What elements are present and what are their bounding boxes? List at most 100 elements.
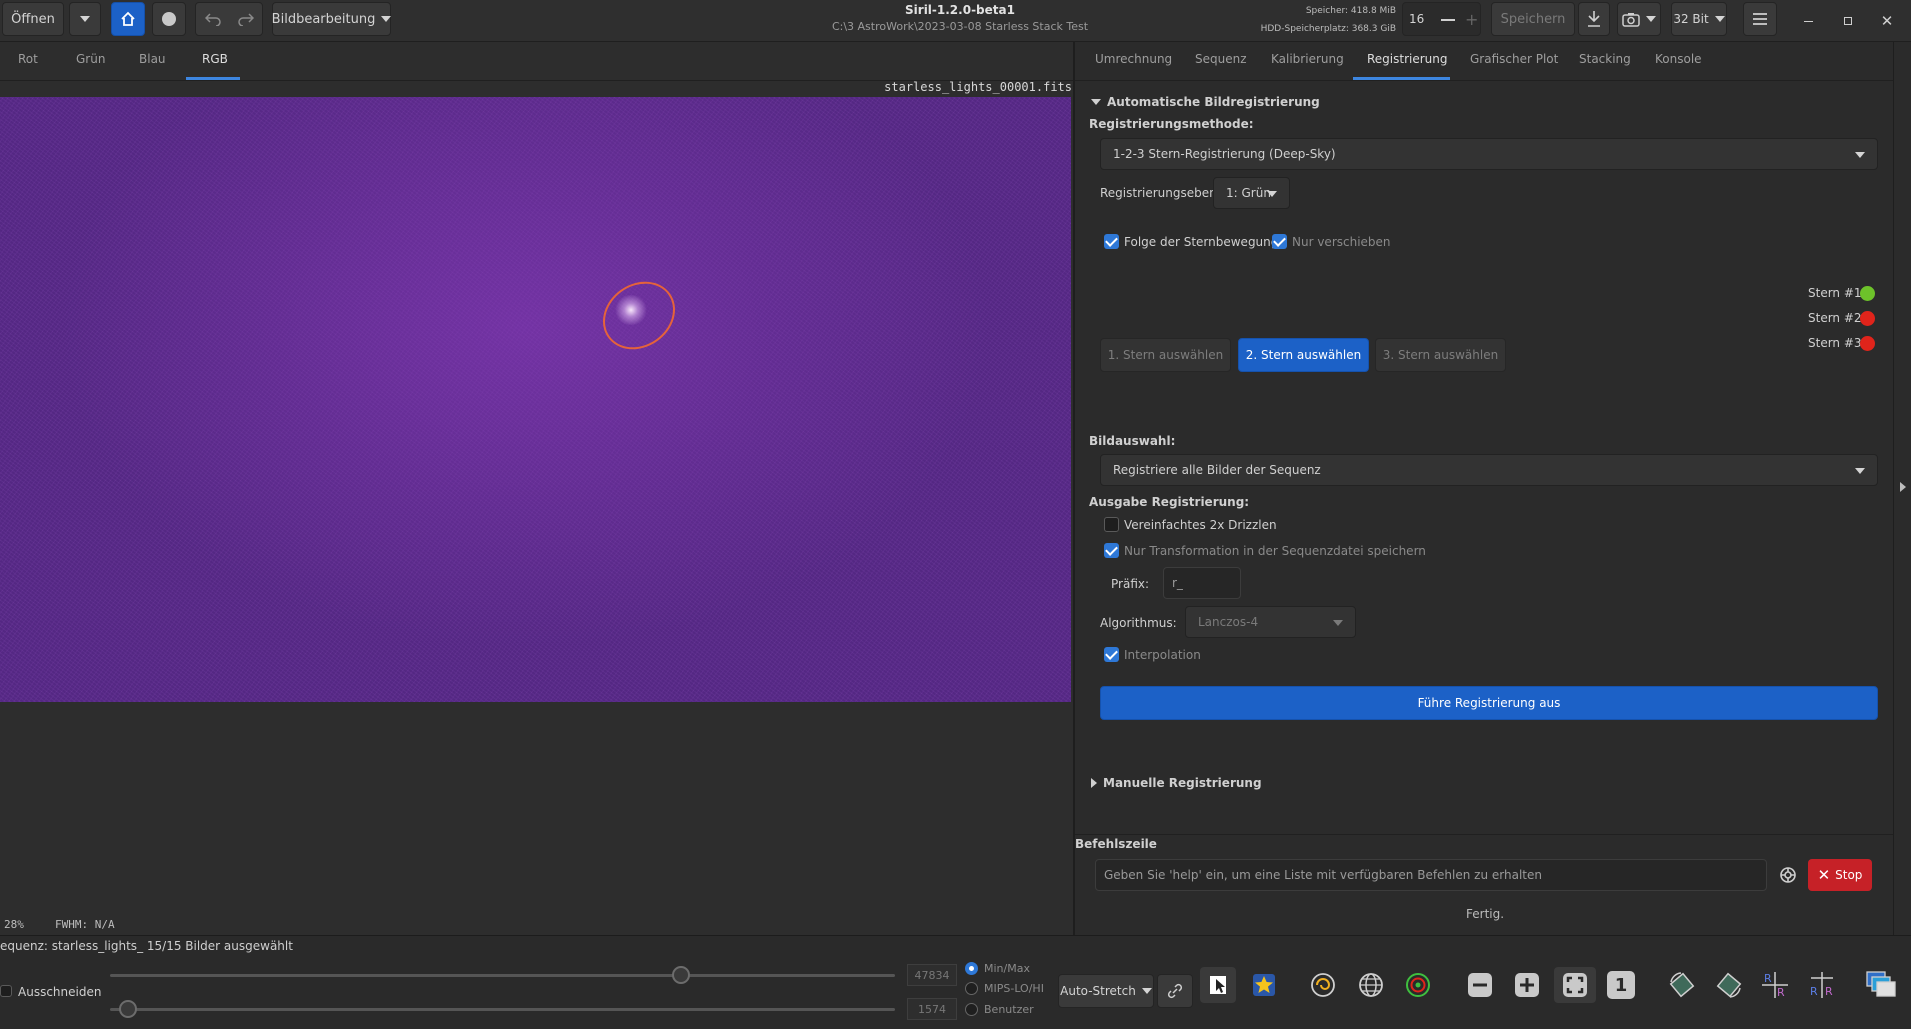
rotate-left-button[interactable] [1664,967,1700,1003]
star-icon [1253,974,1275,996]
crop-checkbox[interactable] [0,985,12,997]
side-pane-handle[interactable] [1893,42,1911,935]
radio-minmax[interactable] [965,962,978,975]
run-registration-button[interactable]: Führe Registrierung aus [1100,686,1878,720]
mirror-x-button[interactable]: RR [1757,967,1793,1003]
low-value-field[interactable]: 1574 [907,998,957,1020]
manual-registration-header[interactable]: Manuelle Registrierung [1091,776,1262,790]
select-star-3-button[interactable]: 3. Stern auswählen [1375,338,1506,372]
transform-only-checkbox[interactable] [1104,543,1119,558]
star-tool[interactable] [1246,967,1282,1003]
threads-spinner[interactable]: 16 + [1402,2,1481,36]
star-3-label: Stern #3: [1808,336,1866,350]
image-processing-menu[interactable]: Bildbearbeitung [272,2,392,36]
project-path: C:\3 AstroWork\2023-03-08 Starless Stack… [831,20,1089,33]
algorithm-select[interactable]: Lanczos-4 [1185,606,1356,638]
drizzle-checkbox[interactable] [1104,517,1119,532]
low-slider-handle[interactable] [119,1000,137,1018]
command-input[interactable]: Geben Sie 'help' ein, um eine Liste mit … [1095,859,1767,891]
snapshot-button[interactable] [1617,2,1661,36]
tab-registration[interactable]: Registrierung [1367,52,1448,66]
open-menu-button[interactable] [69,2,101,36]
lifebuoy-icon [1780,867,1796,883]
auto-registration-title: Automatische Bildregistrierung [1107,95,1320,109]
radio-mips[interactable] [965,982,978,995]
fits-image-canvas[interactable] [0,97,1071,702]
high-value-field[interactable]: 47834 [907,964,957,986]
minimize-button[interactable] [1795,8,1821,34]
method-label: Registrierungsmethode: [1089,117,1254,131]
rotate-right-button[interactable] [1711,967,1747,1003]
layer-value: 1: Grün [1226,186,1271,200]
pick-tool[interactable] [1200,967,1236,1003]
tab-plot[interactable]: Grafischer Plot [1470,52,1558,66]
maximize-button[interactable] [1835,8,1861,34]
star-3-status-dot [1860,336,1875,351]
command-placeholder: Geben Sie 'help' ein, um eine Liste mit … [1104,868,1542,882]
image-selection-value: Registriere alle Bilder der Sequenz [1113,463,1321,477]
help-button[interactable] [1770,859,1806,891]
algorithm-label: Algorithmus: [1100,616,1177,630]
rotate-right-icon [1716,972,1742,998]
tab-rgb[interactable]: RGB [202,52,228,66]
tab-conversion[interactable]: Umrechnung [1095,52,1172,66]
prefix-input[interactable]: r_ [1163,567,1241,599]
tab-calibration[interactable]: Kalibrierung [1271,52,1344,66]
tab-green[interactable]: Grün [76,52,105,66]
maximize-icon [1844,17,1852,25]
method-select[interactable]: 1-2-3 Stern-Registrierung (Deep-Sky) [1100,138,1878,170]
tab-stacking[interactable]: Stacking [1579,52,1631,66]
tab-blue[interactable]: Blau [139,52,166,66]
psf-tool[interactable] [1305,967,1341,1003]
auto-registration-header[interactable]: Automatische Bildregistrierung [1091,95,1320,109]
high-slider-handle[interactable] [672,966,690,984]
close-button[interactable]: ✕ [1874,8,1900,34]
save-button[interactable]: Speichern [1491,2,1575,36]
interpolation-label: Interpolation [1124,648,1201,662]
astrometry-tool[interactable] [1353,967,1389,1003]
target-icon [1406,973,1430,997]
main-menu-button[interactable] [1743,2,1777,36]
minus-icon[interactable] [1441,19,1455,21]
star-selection-ellipse[interactable] [589,267,689,364]
undo-icon[interactable] [204,12,221,26]
open-button[interactable]: Öffnen [2,2,64,36]
zoom-in-button[interactable] [1509,967,1545,1003]
plus-icon[interactable]: + [1465,12,1478,28]
select-star-1-button[interactable]: 1. Stern auswählen [1100,338,1231,372]
mirror-y-button[interactable]: RR [1804,967,1840,1003]
zoom-one-button[interactable]: 1 [1603,967,1639,1003]
tab-red[interactable]: Rot [18,52,38,66]
follow-star-checkbox[interactable] [1104,234,1119,249]
low-slider[interactable] [110,1008,895,1011]
save-as-button[interactable] [1578,2,1610,36]
layer-select[interactable]: 1: Grün [1213,177,1290,209]
circle-icon [162,12,176,26]
record-button[interactable] [152,2,186,36]
radio-user[interactable] [965,1003,978,1016]
header-bar: Öffnen Bildbearbeitung Siril-1.2.0-beta1… [0,0,1911,42]
redo-icon[interactable] [237,12,254,26]
link-channels-button[interactable] [1157,974,1193,1008]
star-1-label: Stern #1: [1808,286,1866,300]
open-label: Öffnen [11,11,55,27]
home-icon [121,11,135,26]
image-selection-select[interactable]: Registriere alle Bilder der Sequenz [1100,454,1878,486]
select-star-2-button[interactable]: 2. Stern auswählen [1238,338,1369,372]
shift-only-checkbox[interactable] [1272,234,1287,249]
home-button[interactable] [111,2,145,36]
sequence-status: equenz: starless_lights_ 15/15 Bilder au… [0,939,293,953]
bitdepth-menu[interactable]: 32 Bit [1671,2,1727,36]
zoom-fit-button[interactable] [1554,967,1596,1003]
stretch-select[interactable]: Auto-Stretch [1058,974,1154,1008]
tab-console[interactable]: Konsole [1655,52,1702,66]
photometry-tool[interactable] [1400,967,1436,1003]
display-mode-button[interactable] [1863,967,1899,1003]
tab-sequence[interactable]: Sequenz [1195,52,1247,66]
stop-button[interactable]: ✕ Stop [1808,859,1872,891]
chevron-down-icon [1141,988,1152,994]
zoom-out-button[interactable] [1462,967,1498,1003]
interpolation-checkbox[interactable] [1104,647,1119,662]
chevron-down-icon [1855,468,1865,474]
high-slider[interactable] [110,974,895,977]
